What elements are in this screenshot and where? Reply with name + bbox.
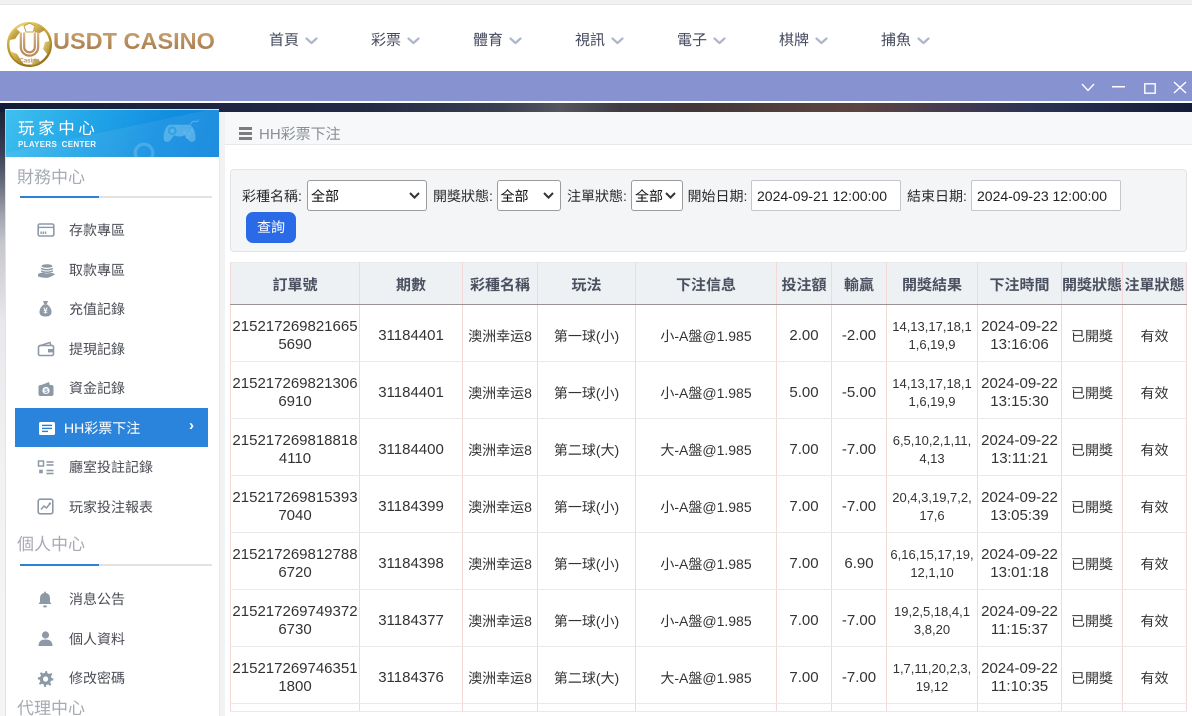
svg-text:¥: ¥ [43,307,48,316]
svg-text:$: $ [44,388,48,395]
svg-text:Casino: Casino [19,59,39,65]
